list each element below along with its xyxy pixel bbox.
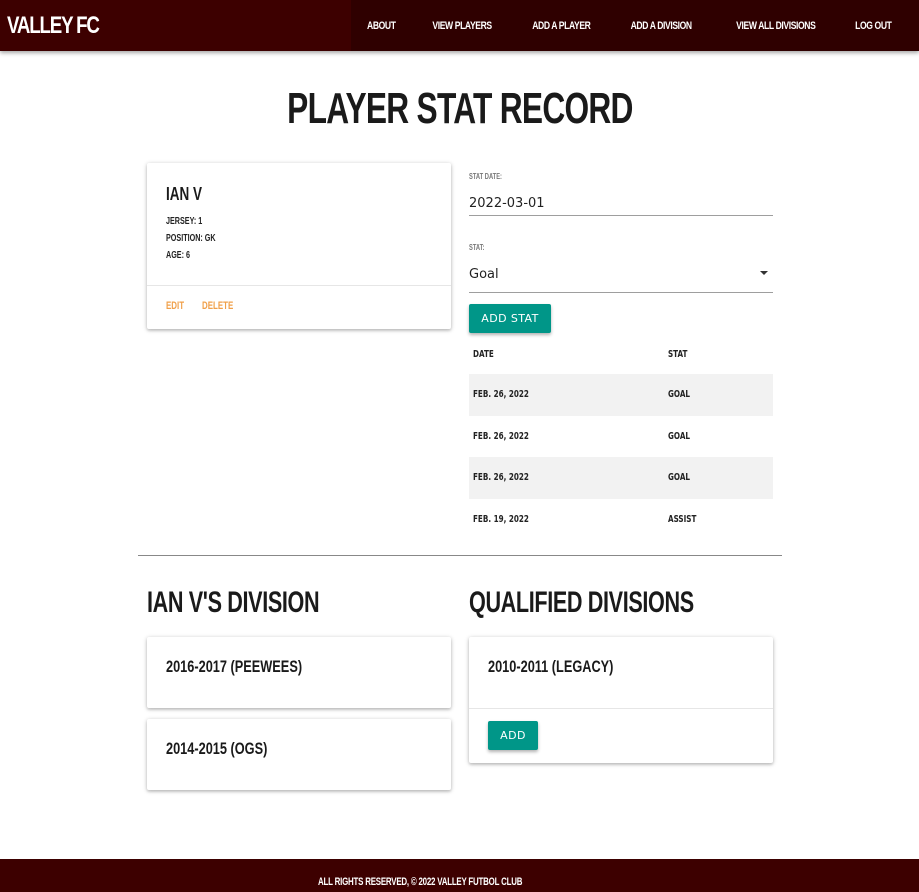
nav-link-view-all-divisions[interactable]: VIEW ALL DIVISIONS [713, 20, 839, 32]
nav-link-add-division-label: ADD A DIVISION [631, 19, 693, 32]
delete-player-link[interactable]: DELETE [202, 300, 245, 312]
player-age-text: AGE: 6 [166, 250, 191, 261]
player-age: AGE: 6 [166, 250, 199, 261]
table-cell-date-text: FEB. 26, 2022 [473, 430, 529, 442]
division-card: 2016-2017 (PEEWEES) [147, 637, 451, 708]
player-position: POSITION: GK [166, 233, 235, 244]
nav-link-view-all-divisions-label: VIEW ALL DIVISIONS [735, 19, 816, 32]
stat-date-input[interactable] [469, 192, 773, 216]
table-cell-stat: ASSIST [664, 499, 773, 541]
table-cell-date: FEB. 19, 2022 [469, 499, 664, 541]
division-card-title-text: 2016-2017 (PEEWEES) [166, 657, 303, 676]
player-division-heading: IAN V'S DIVISION [147, 586, 386, 620]
qualified-division-card-title-text: 2010-2011 (LEGACY) [488, 657, 614, 676]
card-divider [147, 285, 451, 286]
stat-type-label: STAT: [469, 243, 490, 252]
table-cell-date-text: FEB. 19, 2022 [473, 513, 529, 525]
table-cell-stat-text: GOAL [668, 472, 691, 484]
add-stat-button[interactable]: ADD STAT [469, 304, 551, 333]
table-row: FEB. 26, 2022 GOAL [469, 457, 773, 499]
table-cell-stat: GOAL [664, 374, 773, 416]
table-cell-stat: GOAL [664, 416, 773, 458]
dropdown-caret-icon [760, 271, 768, 275]
qualified-divisions-heading: QUALIFIED DIVISIONS [469, 586, 781, 620]
division-card-title: 2016-2017 (PEEWEES) [166, 657, 347, 677]
qualified-division-card: 2010-2011 (LEGACY) ADD [469, 637, 773, 763]
table-cell-date: FEB. 26, 2022 [469, 457, 664, 499]
nav-link-log-out-label: LOG OUT [855, 19, 893, 32]
table-header-date-text: DATE [473, 348, 494, 360]
stat-type-label-text: STAT: [469, 243, 485, 252]
page-footer: ALL RIGHTS RESERVED, © 2022 VALLEY FUTBO… [0, 859, 919, 892]
add-division-button[interactable]: ADD [488, 721, 538, 750]
table-cell-stat: GOAL [664, 457, 773, 499]
nav-link-view-players-label: VIEW PLAYERS [431, 19, 492, 32]
table-cell-date: FEB. 26, 2022 [469, 374, 664, 416]
stat-history-table: DATE STAT FEB. 26, 2022 GOAL FEB. 26, 20… [469, 334, 773, 540]
nav-links: ABOUT VIEW PLAYERS ADD A PLAYER ADD A DI… [350, 0, 919, 51]
qualified-divisions-heading-text: QUALIFIED DIVISIONS [469, 586, 694, 619]
table-header-date: DATE [469, 334, 664, 374]
stat-type-selected-value: Goal [469, 267, 499, 282]
stat-date-label: STAT DATE: [469, 172, 515, 181]
edit-player-link[interactable]: EDIT [166, 300, 191, 312]
nav-link-add-player[interactable]: ADD A PLAYER [512, 20, 611, 32]
stat-date-label-text: STAT DATE: [469, 172, 502, 181]
table-cell-date-text: FEB. 26, 2022 [473, 389, 529, 401]
player-name: IAN V [166, 184, 214, 205]
table-header-stat-text: STAT [668, 348, 688, 360]
player-card: IAN V JERSEY: 1 POSITION: GK AGE: 6 EDIT… [147, 163, 451, 329]
nav-link-add-division[interactable]: ADD A DIVISION [610, 20, 712, 32]
page-title-text: PLAYER STAT RECORD [286, 84, 633, 133]
division-card-title-text: 2014-2015 (OGS) [166, 739, 268, 758]
edit-player-label: EDIT [166, 300, 185, 312]
player-jersey-text: JERSEY: 1 [166, 216, 203, 227]
table-row: FEB. 26, 2022 GOAL [469, 416, 773, 458]
division-card: 2014-2015 (OGS) [147, 719, 451, 790]
table-cell-date: FEB. 26, 2022 [469, 416, 664, 458]
player-jersey: JERSEY: 1 [166, 216, 216, 227]
top-navbar: VALLEY FC ABOUT VIEW PLAYERS ADD A PLAYE… [0, 0, 919, 51]
table-row: FEB. 19, 2022 ASSIST [469, 499, 773, 541]
nav-link-view-players[interactable]: VIEW PLAYERS [412, 20, 512, 32]
nav-link-add-player-label: ADD A PLAYER [531, 19, 591, 32]
section-divider [138, 555, 782, 556]
brand-logo-link[interactable]: VALLEY FC [7, 12, 100, 40]
table-cell-stat-text: GOAL [668, 430, 691, 442]
stat-type-select[interactable]: Goal [469, 264, 773, 293]
table-header-row: DATE STAT [469, 334, 773, 374]
qualified-division-card-title: 2010-2011 (LEGACY) [488, 657, 655, 677]
nav-link-about[interactable]: ABOUT [351, 20, 412, 32]
division-card-title: 2014-2015 (OGS) [166, 739, 301, 759]
table-header-stat: STAT [664, 334, 773, 374]
nav-link-about-label: ABOUT [367, 19, 396, 32]
player-position-text: POSITION: GK [166, 233, 216, 244]
delete-player-label: DELETE [202, 300, 234, 312]
player-division-heading-text: IAN V'S DIVISION [147, 586, 320, 619]
table-cell-stat-text: ASSIST [668, 513, 697, 525]
card-divider [469, 708, 773, 709]
table-row: FEB. 26, 2022 GOAL [469, 374, 773, 416]
page-title: PLAYER STAT RECORD [0, 84, 919, 134]
nav-link-log-out[interactable]: LOG OUT [838, 20, 909, 32]
table-cell-date-text: FEB. 26, 2022 [473, 472, 529, 484]
player-name-text: IAN V [166, 184, 203, 204]
footer-copyright: ALL RIGHTS RESERVED, © 2022 VALLEY FUTBO… [317, 876, 522, 888]
table-cell-stat-text: GOAL [668, 389, 691, 401]
